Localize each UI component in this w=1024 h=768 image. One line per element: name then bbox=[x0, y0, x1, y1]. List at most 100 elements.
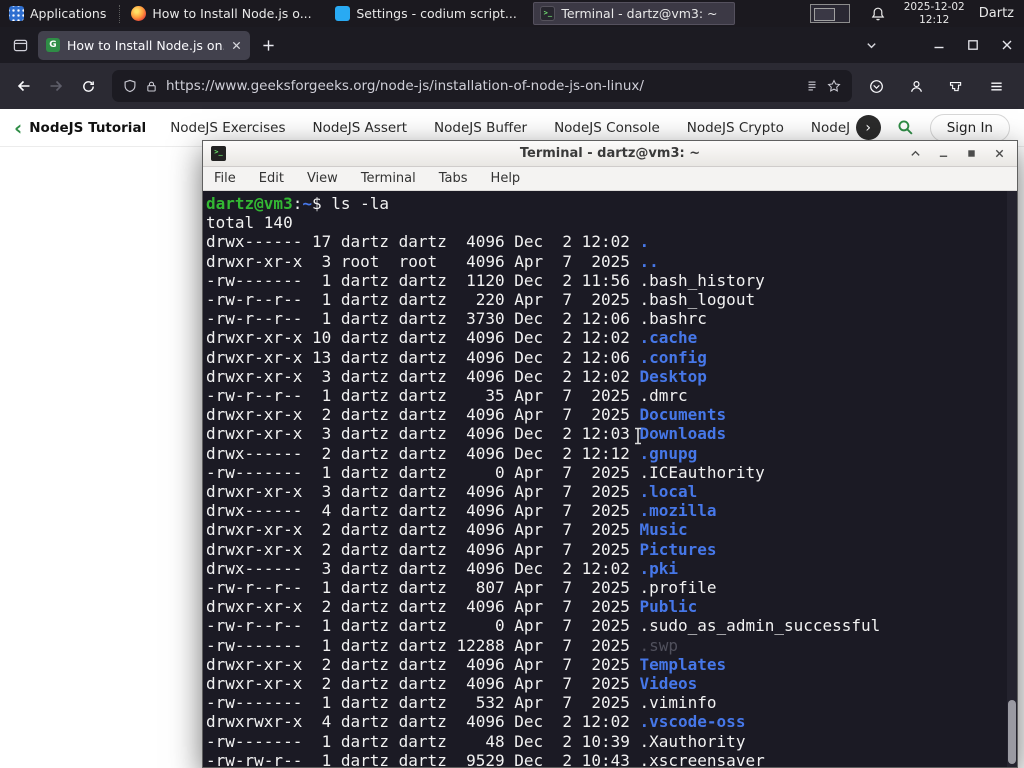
notification-bell-icon[interactable] bbox=[870, 6, 886, 22]
terminal-line: drwxr-xr-x 13 dartz dartz 4096 Dec 2 12:… bbox=[206, 347, 707, 367]
gfg-nav-link[interactable]: NodeJS Console bbox=[554, 120, 660, 136]
terminal-line: -rw-r--r-- 1 dartz dartz 3730 Dec 2 12:0… bbox=[206, 309, 707, 329]
terminal-line: drwxr-xr-x 3 dartz dartz 4096 Dec 2 12:0… bbox=[206, 366, 707, 386]
url-text[interactable]: https://www.geeksforgeeks.org/node-js/in… bbox=[166, 78, 797, 94]
forward-button[interactable] bbox=[40, 71, 72, 101]
terminal-scrollbar[interactable] bbox=[1007, 191, 1017, 767]
tab-title: How to Install Node.js on... bbox=[67, 37, 224, 53]
terminal-menu-terminal[interactable]: Terminal bbox=[361, 171, 416, 186]
terminal-line: -rw-rw-r-- 1 dartz dartz 9529 Dec 2 10:4… bbox=[206, 750, 765, 767]
terminal-maximize-button[interactable] bbox=[965, 148, 978, 159]
applications-label: Applications bbox=[30, 6, 107, 21]
applications-icon bbox=[9, 6, 24, 21]
terminal-menu-tabs[interactable]: Tabs bbox=[439, 171, 468, 186]
terminal-line: drwxr-xr-x 3 dartz dartz 4096 Dec 2 12:0… bbox=[206, 424, 727, 444]
terminal-close-button[interactable] bbox=[993, 148, 1006, 159]
extensions-icon[interactable] bbox=[940, 71, 972, 101]
terminal-line: drwxr-xr-x 2 dartz dartz 4096 Apr 7 2025… bbox=[206, 405, 727, 425]
mouse-text-cursor bbox=[633, 427, 643, 449]
terminal-title: Terminal - dartz@vm3: ~ bbox=[519, 146, 701, 161]
browser-close-button[interactable] bbox=[990, 31, 1024, 59]
tracking-protection-shield-icon[interactable] bbox=[123, 79, 137, 93]
screen: Applications How to Install Node.js o...… bbox=[0, 0, 1024, 768]
gfg-search-icon[interactable] bbox=[897, 119, 914, 136]
terminal-menu-help[interactable]: Help bbox=[491, 171, 521, 186]
terminal-line: drwx------ 2 dartz dartz 4096 Dec 2 12:1… bbox=[206, 443, 698, 463]
toolbar-right-icons bbox=[860, 71, 1012, 101]
gfg-sign-in-button[interactable]: Sign In bbox=[929, 113, 1010, 142]
panel-window-title: Terminal - dartz@vm3: ~ bbox=[561, 6, 718, 21]
browser-minimize-button[interactable] bbox=[922, 31, 956, 59]
gfg-back-chevron-icon[interactable]: ‹ bbox=[14, 118, 22, 138]
tab-close-icon[interactable] bbox=[231, 40, 242, 51]
terminal-line: -rw-r--r-- 1 dartz dartz 35 Apr 7 2025 .… bbox=[206, 386, 688, 406]
terminal-line: total 140 bbox=[206, 213, 293, 233]
terminal-line: -rw-r--r-- 1 dartz dartz 807 Apr 7 2025 … bbox=[206, 578, 717, 598]
list-all-tabs-icon[interactable] bbox=[849, 39, 894, 52]
workspace-switcher[interactable] bbox=[809, 4, 850, 23]
terminal-icon bbox=[540, 6, 556, 21]
gfg-nav-link[interactable]: NodeJS DNS bbox=[811, 120, 850, 136]
terminal-output: dartz@vm3:~$ ls -la total 140 drwx------ 1… bbox=[203, 191, 1017, 767]
clock-date: 2025-12-02 bbox=[903, 0, 965, 13]
url-bar[interactable]: https://www.geeksforgeeks.org/node-js/in… bbox=[112, 70, 852, 102]
terminal-line: -rw-r--r-- 1 dartz dartz 0 Apr 7 2025 .s… bbox=[206, 616, 881, 636]
terminal-line: drwxr-xr-x 3 root root 4096 Apr 7 2025 .… bbox=[206, 251, 659, 271]
terminal-line: -rw------- 1 dartz dartz 1120 Dec 2 11:5… bbox=[206, 270, 765, 290]
browser-tab[interactable]: How to Install Node.js on... bbox=[38, 30, 250, 60]
clock-time: 12:12 bbox=[919, 13, 950, 26]
gfg-nav-link[interactable]: NodeJS Crypto bbox=[687, 120, 784, 136]
back-button[interactable] bbox=[8, 71, 40, 101]
browser-maximize-button[interactable] bbox=[956, 31, 990, 59]
terminal-window: Terminal - dartz@vm3: ~ File Edit View Term… bbox=[202, 140, 1018, 768]
browser-window-controls bbox=[922, 31, 1024, 59]
gfg-nav-link[interactable]: NodeJS Exercises bbox=[170, 120, 285, 136]
terminal-line: -rw------- 1 dartz dartz 12288 Apr 7 202… bbox=[206, 635, 679, 655]
gfg-next-chevron-button[interactable]: › bbox=[855, 115, 881, 140]
panel-clock[interactable]: 2025-12-02 12:12 bbox=[904, 1, 965, 26]
gfg-nav-tutorial-link[interactable]: NodeJS Tutorial bbox=[29, 120, 146, 136]
reader-mode-icon[interactable] bbox=[805, 79, 819, 93]
terminal-window-controls bbox=[909, 148, 1017, 159]
terminal-menu-view[interactable]: View bbox=[307, 171, 338, 186]
applications-menu-button[interactable]: Applications bbox=[0, 0, 115, 27]
firefox-view-icon[interactable] bbox=[13, 38, 28, 53]
panel-window-button[interactable]: How to Install Node.js o... bbox=[125, 2, 327, 25]
terminal-menubar: File Edit View Terminal Tabs Help bbox=[203, 167, 1017, 191]
gfg-nav-link[interactable]: NodeJS Assert bbox=[312, 120, 407, 136]
terminal-body[interactable]: dartz@vm3:~$ ls -la total 140 drwx------ 1… bbox=[203, 191, 1017, 767]
panel-separator bbox=[119, 4, 121, 23]
terminal-line: drwxr-xr-x 2 dartz dartz 4096 Apr 7 2025… bbox=[206, 597, 698, 617]
panel-window-title: Settings - codium script... bbox=[356, 6, 517, 21]
gfg-nav-link[interactable]: NodeJS Buffer bbox=[434, 120, 527, 136]
terminal-scrollbar-thumb[interactable] bbox=[1008, 700, 1016, 764]
tab-strip: How to Install Node.js on... bbox=[0, 27, 1024, 63]
terminal-line: drwxr-xr-x 2 dartz dartz 4096 Apr 7 2025… bbox=[206, 539, 717, 559]
gfg-nav-items: NodeJS Exercises NodeJS Assert NodeJS Buff… bbox=[170, 120, 850, 136]
terminal-menu-file[interactable]: File bbox=[214, 171, 236, 186]
panel-username: Dartz bbox=[978, 6, 1014, 21]
top-panel: Applications How to Install Node.js o...… bbox=[0, 0, 1024, 27]
account-icon[interactable] bbox=[900, 71, 932, 101]
panel-window-buttons: How to Install Node.js o... Settings - co… bbox=[124, 0, 736, 27]
padlock-icon[interactable] bbox=[145, 80, 158, 93]
terminal-line: drwxrwxr-x 4 dartz dartz 4096 Dec 2 12:0… bbox=[206, 712, 746, 732]
bookmark-star-icon[interactable] bbox=[827, 79, 841, 93]
terminal-window-icon bbox=[211, 146, 226, 161]
panel-window-button[interactable]: Terminal - dartz@vm3: ~ bbox=[533, 2, 736, 25]
reload-button[interactable] bbox=[72, 71, 104, 101]
terminal-line: drwxr-xr-x 10 dartz dartz 4096 Dec 2 12:… bbox=[206, 328, 698, 348]
navigation-toolbar: https://www.geeksforgeeks.org/node-js/in… bbox=[0, 63, 1024, 109]
terminal-line: -rw------- 1 dartz dartz 532 Apr 7 2025 … bbox=[206, 693, 717, 713]
terminal-minimize-button[interactable] bbox=[937, 148, 950, 159]
terminal-titlebar[interactable]: Terminal - dartz@vm3: ~ bbox=[203, 141, 1017, 167]
terminal-line: drwxr-xr-x 2 dartz dartz 4096 Apr 7 2025… bbox=[206, 674, 698, 694]
panel-window-button[interactable]: Settings - codium script... bbox=[329, 2, 531, 25]
terminal-menu-edit[interactable]: Edit bbox=[259, 171, 284, 186]
gfg-favicon bbox=[46, 38, 60, 52]
pocket-icon[interactable] bbox=[860, 71, 892, 101]
menu-hamburger-icon[interactable] bbox=[980, 71, 1012, 101]
new-tab-button[interactable] bbox=[262, 39, 275, 52]
terminal-line: drwxr-xr-x 2 dartz dartz 4096 Apr 7 2025… bbox=[206, 654, 727, 674]
terminal-shade-button[interactable] bbox=[909, 148, 922, 159]
